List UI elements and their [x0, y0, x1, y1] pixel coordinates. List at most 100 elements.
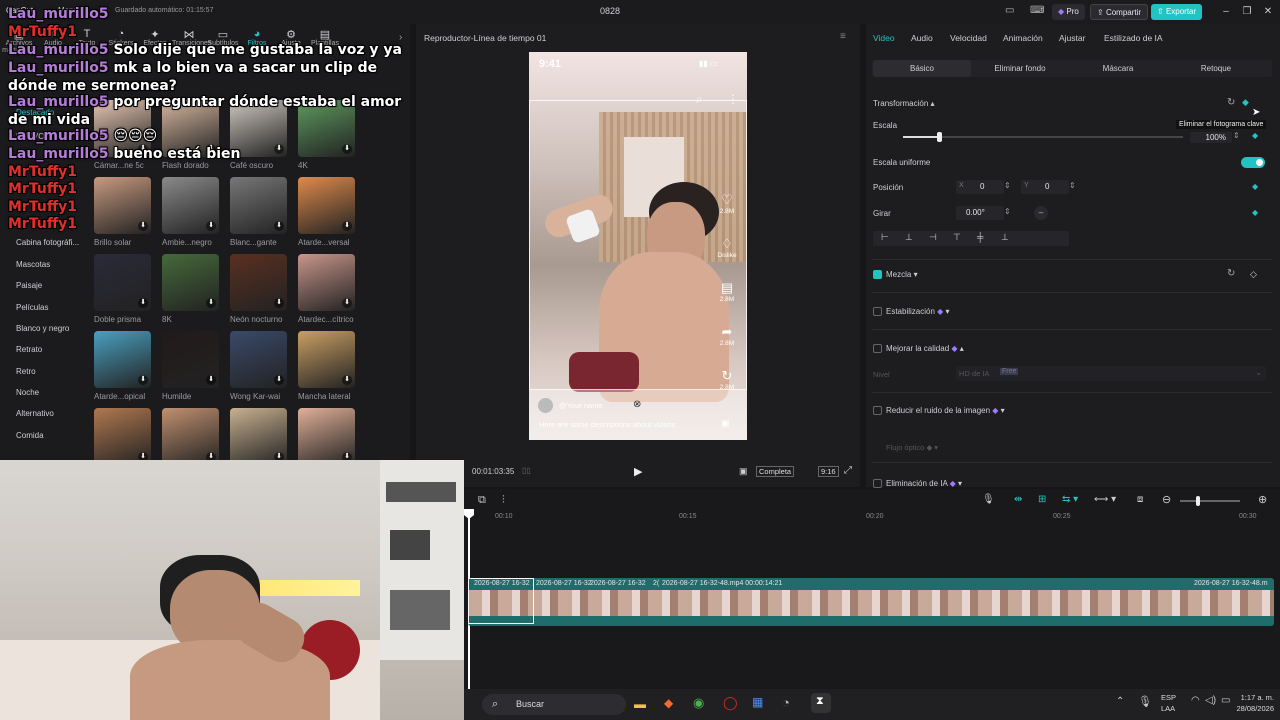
rotate-value[interactable]: 0.00°	[956, 206, 1004, 220]
quality-select[interactable]: Completa	[756, 466, 795, 477]
align-left-icon[interactable]: ⊢	[881, 232, 889, 243]
quality-icon[interactable]: ▣	[739, 466, 748, 477]
position-y-field[interactable]: Y 0	[1021, 180, 1069, 194]
download-icon[interactable]: ⬇	[206, 452, 216, 460]
enhance-checkbox[interactable]	[873, 344, 882, 353]
layout-icon[interactable]: ▭	[1005, 5, 1014, 16]
share-button[interactable]: ⇪ Compartir	[1090, 4, 1149, 20]
opera-icon[interactable]: ◯	[723, 695, 738, 711]
category-item[interactable]: Blanco y negro	[16, 324, 69, 333]
microphone-icon[interactable]: 🎙	[982, 494, 995, 505]
split-icon[interactable]: ⫶	[502, 494, 505, 507]
tab-5[interactable]: Estilizado de IA	[1104, 33, 1163, 43]
download-icon[interactable]: ⬇	[274, 144, 284, 154]
preview-axis-icon[interactable]: ⇆ ▾	[1062, 494, 1078, 505]
denoise-checkbox[interactable]	[873, 406, 882, 415]
download-icon[interactable]: ⬇	[206, 221, 216, 231]
tab-4[interactable]: Ajustar	[1059, 33, 1085, 43]
zoom-slider-handle[interactable]	[1196, 496, 1200, 506]
stepper-icon[interactable]: ⇕	[1004, 181, 1011, 190]
download-icon[interactable]: ⬇	[342, 144, 352, 154]
subtab-1[interactable]: Eliminar fondo	[971, 60, 1069, 77]
download-icon[interactable]: ⬇	[342, 221, 352, 231]
subtab-0[interactable]: Básico	[873, 60, 971, 77]
download-icon[interactable]: ⬇	[138, 298, 148, 308]
shortcuts-icon[interactable]: ⌨	[1030, 5, 1044, 16]
subtab-2[interactable]: Máscara	[1069, 60, 1167, 77]
keyframe-icon[interactable]: ◆	[1252, 182, 1258, 191]
chevron-up-icon[interactable]: ⌃	[1116, 696, 1124, 707]
clock-date[interactable]: 28/08/2026	[1229, 704, 1274, 713]
play-button[interactable]: ▶	[634, 465, 642, 478]
filter-item[interactable]: ⬇ 4K	[298, 100, 368, 170]
mic-icon[interactable]: 🎙	[1138, 695, 1152, 708]
crop-icon[interactable]: ⧉	[478, 494, 486, 507]
keyframe-outline-icon[interactable]: ◇	[1250, 269, 1257, 280]
category-item[interactable]: Alternativo	[16, 409, 54, 418]
tab-3[interactable]: Animación	[1003, 33, 1043, 43]
stabilize-header[interactable]: Estabilización ◆ ▾	[886, 307, 950, 316]
download-icon[interactable]: ⬇	[342, 298, 352, 308]
brave-icon[interactable]: ◆	[664, 696, 673, 710]
category-item[interactable]: Noche	[16, 388, 39, 397]
filter-item[interactable]: ⬇ Humilde	[162, 331, 232, 401]
transform-header[interactable]: Transformación ▴	[873, 99, 935, 108]
ratio-select[interactable]: 9:16	[818, 466, 839, 477]
magnet-icon[interactable]: ⊞	[1038, 494, 1046, 505]
category-item[interactable]: Películas	[16, 303, 48, 312]
folder-icon[interactable]: ▬	[634, 697, 646, 711]
align-bottom-icon[interactable]: ⊥	[1001, 232, 1009, 243]
rotate-minus-button[interactable]: –	[1034, 206, 1048, 220]
close-icon[interactable]: ✕	[1260, 4, 1276, 20]
category-item[interactable]: Mascotas	[16, 260, 50, 269]
download-icon[interactable]: ⬇	[274, 221, 284, 231]
download-icon[interactable]: ⬇	[138, 221, 148, 231]
clock-time[interactable]: 1:17 a. m.	[1234, 693, 1274, 702]
download-icon[interactable]: ⬇	[274, 452, 284, 460]
filter-item[interactable]: ⬇ Brillo solar	[94, 177, 164, 247]
store-icon[interactable]: ▦	[752, 695, 763, 709]
filter-item[interactable]: ⬇	[230, 408, 300, 460]
wifi-icon[interactable]: ◠	[1191, 695, 1200, 706]
tab-2[interactable]: Velocidad	[950, 33, 987, 43]
align-middle-icon[interactable]: ╪	[977, 232, 983, 242]
filter-item[interactable]: ⬇	[94, 408, 164, 460]
filter-item[interactable]: ⬇ Blanc...gante	[230, 177, 300, 247]
snap-icon[interactable]: ⟷ ▾	[1094, 494, 1116, 505]
category-item[interactable]: Cabina fotográfi...	[16, 238, 79, 247]
stepper-icon[interactable]: ⇕	[1004, 207, 1011, 216]
reset-icon[interactable]: ↻	[1227, 268, 1235, 279]
tab-1[interactable]: Audio	[911, 33, 933, 43]
download-icon[interactable]: ⬇	[274, 298, 284, 308]
category-item[interactable]: Comida	[16, 431, 44, 440]
ai-remove-checkbox[interactable]	[873, 479, 882, 488]
category-item[interactable]: Retro	[16, 367, 36, 376]
uniform-scale-toggle[interactable]	[1241, 157, 1265, 168]
align-right-icon[interactable]: ⊣	[929, 232, 937, 243]
chrome-icon[interactable]: ◉	[693, 695, 704, 711]
ai-remove-header[interactable]: Eliminación de IA ◆ ▾	[886, 479, 962, 488]
filter-item[interactable]: ⬇	[162, 408, 232, 460]
level-select[interactable]: HD de IA Free ⌄	[956, 366, 1266, 381]
filter-item[interactable]: ⬇ Atardec...cítrico	[298, 254, 368, 324]
playhead-handle[interactable]	[464, 509, 474, 519]
reset-icon[interactable]: ↻	[1227, 97, 1235, 108]
keyframe-icon[interactable]: ◆	[1252, 131, 1258, 140]
download-icon[interactable]: ⬇	[206, 375, 216, 385]
category-item[interactable]: Retrato	[16, 345, 42, 354]
language-indicator-2[interactable]: LAA	[1161, 704, 1175, 713]
search-box[interactable]: ⌕ Buscar	[482, 694, 626, 715]
zoom-slider[interactable]	[1180, 496, 1240, 506]
filter-item[interactable]: ⬇ Atarde...opical	[94, 331, 164, 401]
tab-0[interactable]: Video	[873, 33, 895, 43]
download-icon[interactable]: ⬇	[138, 375, 148, 385]
pro-button[interactable]: ◆ Pro	[1052, 4, 1085, 20]
filter-item[interactable]: ⬇ Ambie...negro	[162, 177, 232, 247]
link-icon[interactable]: ⇹	[1014, 494, 1022, 505]
zoom-in-icon[interactable]: ⊕	[1258, 493, 1267, 506]
download-icon[interactable]: ⬇	[274, 375, 284, 385]
video-preview[interactable]: 9:41 ▮▮ ▭ ♡ 2.8M ♢ Dislike ▤ 2.8M ➦ 2.8M ↻ 2.8M ⌕…	[529, 52, 747, 440]
scale-slider-handle[interactable]	[937, 132, 943, 142]
keyframe-icon[interactable]: ◆	[1242, 97, 1249, 108]
filter-item[interactable]: ⬇ Atarde...versal	[298, 177, 368, 247]
